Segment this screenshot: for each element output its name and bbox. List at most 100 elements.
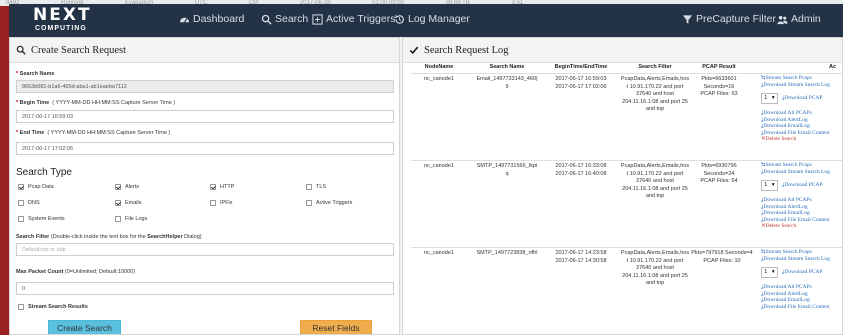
row-filter-line: t 10.91.170.22 and port [626,170,684,177]
search-filter-field[interactable]: Default:top or udp [16,243,394,256]
nav-admin[interactable]: Admin [777,13,821,25]
max-packet-field[interactable]: 0 [16,282,394,295]
column-header-search-filter[interactable]: Search Filter [615,64,695,70]
checkbox-unchecked[interactable] [18,304,24,310]
link-text: Delete Search [765,223,797,229]
column-header-nodename[interactable]: NodeName [413,64,465,70]
link-text: Download AlertLog [763,290,808,297]
search-log-header: Search Request Log [403,38,842,63]
row-node-text: nc_canode1 [424,76,454,82]
checkbox-label: Emails [125,200,142,206]
row-divider [411,247,843,248]
end-time-hint: ( YYYY-MM-DD HH:MM:SS Capture Server Tim… [47,130,171,136]
chevron-down-icon: ▾ [771,182,775,189]
type-pcap-data-checkbox[interactable]: Pcap Data [18,184,54,190]
row-result-line: Seconds=24 [703,170,735,177]
row-filter-line: PcapData,Alerts,Emails,hos [620,250,690,256]
column-header-time[interactable]: BeginTime/EndTime [545,64,617,70]
link-text: Download PCAP [784,95,823,102]
checkbox-unchecked[interactable] [306,200,312,206]
type-emails-checkbox[interactable]: Emails [115,200,142,206]
checkbox-unchecked[interactable] [18,200,24,206]
brand-subtitle: COMPUTING [35,25,87,32]
nav-log-manager[interactable]: Log Manager [394,13,470,25]
end-time-field[interactable]: 2017-06-17 17:02:06 [16,142,394,155]
begin-time-field[interactable]: 2017-06-17 16:59:03 [16,110,394,123]
row-search-name-line: q [505,170,509,177]
row-result-line: Pkts=797918 Seconds=4 [691,250,753,256]
checkbox-unchecked[interactable] [210,200,216,206]
brand-logo[interactable]: NEXT COMPUTING [33,6,105,34]
pcap-select-row: 1 ▾ ⤓Download PCAP [761,93,843,104]
download-stream-log-link[interactable]: ⤓Download Stream Search Log [761,256,843,263]
nav-log-manager-label: Log Manager [408,13,470,25]
row-begin-time: 2017-06-17 14:23:58 [555,250,607,256]
checkbox-unchecked[interactable] [115,216,121,222]
row-result-line: PCAP Files: 10 [703,257,741,264]
link-text: Download EmailLog [763,297,810,303]
row-times: 2017-06-17 16:33:08 2017-06-17 16:40:08 [545,163,617,178]
type-http-checkbox[interactable]: HTTP [210,184,234,190]
row-node: nc_canode1 [413,76,465,84]
type-active-triggers-checkbox[interactable]: Active Triggers [306,200,352,206]
row-search-name-line: Email_1497733143_460| [476,76,538,82]
search-filter-hint-end: Dialog) [184,234,202,240]
column-header-search-name[interactable]: Search Name [469,64,545,70]
top-navbar: NEXT COMPUTING Dashboard Search Active T… [9,4,843,37]
type-tls-checkbox[interactable]: TLS [306,184,326,190]
stream-results-checkbox[interactable]: Stream Search Results [18,304,88,310]
row-search-name: SMTP_1497723838_nffri [469,250,545,258]
link-text: Stream Search Pcaps [765,75,812,81]
download-pcap-link[interactable]: ⤓Download PCAP [782,95,822,102]
pcap-select-row: 1 ▾ ⤓Download PCAP [761,180,843,191]
checkbox-label: System Events [28,216,65,222]
delete-search-link[interactable]: ✕Delete Search [761,223,843,230]
checkbox-label: HTTP [220,184,235,190]
download-stream-log-link[interactable]: ⤓Download Stream Search Log [761,82,843,89]
row-actions: ⇆Stream Search Pcaps ⤓Download Stream Se… [761,249,843,310]
row-end-time: 2017-06-17 14:30:58 [555,257,607,264]
type-file-logs-checkbox[interactable]: File Logs [115,216,147,222]
type-dns-checkbox[interactable]: DNS [18,200,40,206]
type-ipfix-checkbox[interactable]: IPFix [210,200,233,206]
nav-active-triggers[interactable]: Active Triggers [312,13,395,25]
row-filter: PcapData,Alerts,Emails,hos t 10.91.170.22… [615,250,695,288]
type-system-events-checkbox[interactable]: System Events [18,216,65,222]
delete-search-link[interactable]: ✕Delete Search [761,136,843,143]
pcap-number-select[interactable]: 1 ▾ [761,267,778,278]
nav-precapture-filter[interactable]: PreCapture Filter [682,13,776,25]
row-times: 2017-06-17 14:23:58 2017-06-17 14:30:58 [545,250,617,265]
pcap-number-select[interactable]: 1 ▾ [761,93,778,104]
nav-search[interactable]: Search [261,13,308,25]
create-search-button[interactable]: Create Search [48,320,121,334]
checkbox-unchecked[interactable] [306,184,312,190]
link-text: Download All PCAPs [763,110,812,116]
checkbox-checked[interactable] [210,184,216,190]
checkbox-label: DNS [28,200,40,206]
checkbox-checked[interactable] [115,184,121,190]
download-file-email-link[interactable]: ⤓Download File Email Content [761,304,843,311]
search-name-label-text: Search Name [19,71,55,77]
search-name-field[interactable]: 8653b681-b1a6-465d-aba1-ab1eaeba7112 [16,80,394,93]
link-text: Stream Search Pcaps [765,249,812,255]
column-header-pcap-result[interactable]: PCAP Result [689,64,749,70]
brand-name: NEXT [33,5,92,25]
download-pcap-link[interactable]: ⤓Download PCAP [782,269,822,276]
select-value: 1 [764,182,768,189]
checkbox-unchecked[interactable] [18,216,24,222]
download-pcap-link[interactable]: ⤓Download PCAP [782,182,822,189]
search-type-title: Search Type [16,167,72,178]
row-actions: ⇆Stream Search Pcaps ⤓Download Stream Se… [761,162,843,230]
checkbox-checked[interactable] [18,184,24,190]
link-text: Download PCAP [784,269,823,276]
column-header-actions[interactable]: Ac [829,64,843,70]
row-filter-line: t 10.91.170.22 and port [626,83,684,90]
select-value: 1 [764,95,768,102]
download-stream-log-link[interactable]: ⤓Download Stream Search Log [761,169,843,176]
reset-fields-button[interactable]: Reset Fields [300,320,372,334]
type-alerts-checkbox[interactable]: Alerts [115,184,139,190]
checkbox-checked[interactable] [115,200,121,206]
pcap-number-select[interactable]: 1 ▾ [761,180,778,191]
nav-dashboard[interactable]: Dashboard [179,13,244,25]
search-filter-label: Search Filter (Double-click inside the t… [16,234,202,240]
